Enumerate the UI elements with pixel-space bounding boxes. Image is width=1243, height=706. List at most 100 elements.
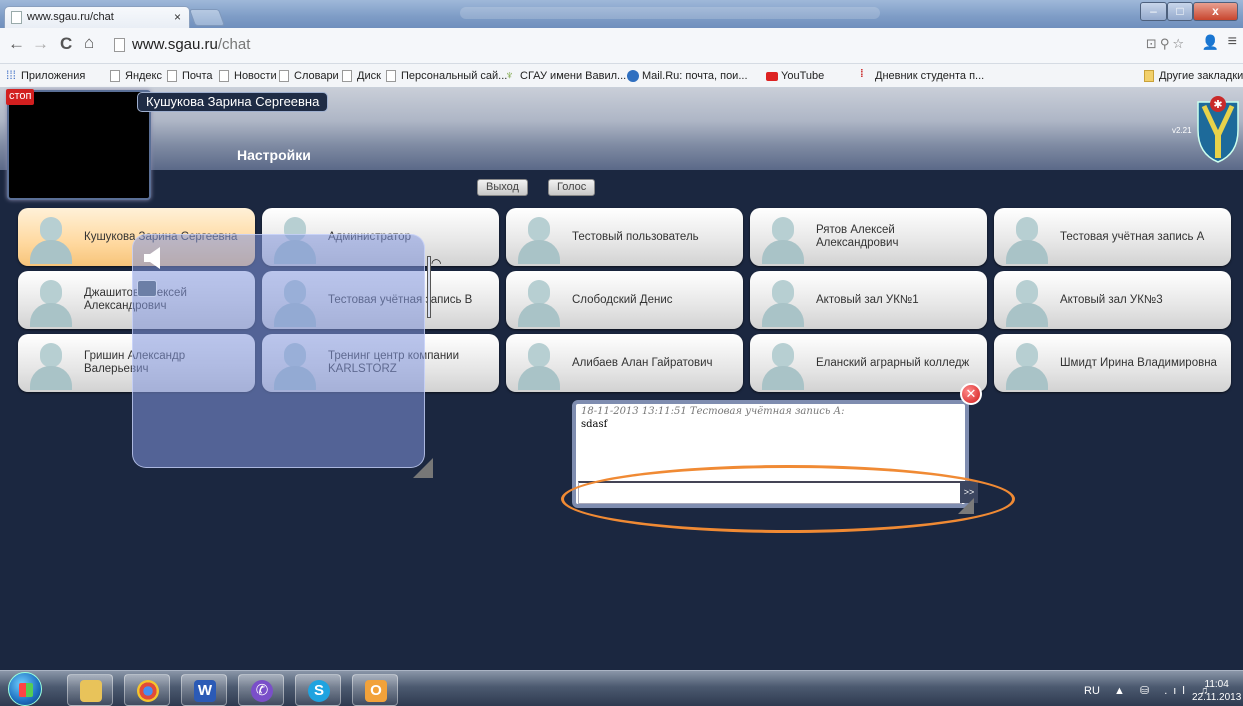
page-icon	[110, 70, 120, 82]
outlook-icon: O	[365, 680, 387, 702]
avatar	[758, 212, 808, 264]
contact-card[interactable]: Еланский аграрный колледж	[750, 334, 987, 392]
forward-icon[interactable]: →	[32, 34, 49, 54]
address-bar[interactable]: www.sgau.ru/chat	[108, 33, 1243, 57]
folder-icon	[80, 680, 102, 702]
tab-title: www.sgau.ru/chat	[27, 11, 114, 23]
bookmark-apps[interactable]: ⁞⁞⁞ Приложения	[6, 68, 85, 82]
back-icon[interactable]: ←	[8, 34, 25, 54]
chat-message-meta: 18-11-2013 13:11:51 Тестовая учётная зап…	[581, 406, 845, 417]
window-maximize-button[interactable]: □	[1167, 2, 1193, 21]
page-icon	[219, 70, 229, 82]
avatar	[514, 212, 564, 264]
word-icon: W	[194, 680, 216, 702]
bookmark-news[interactable]: Новости	[219, 70, 277, 82]
start-button[interactable]	[8, 672, 42, 706]
bookmark-star-icon[interactable]: ⊡⚲☆	[1146, 36, 1187, 52]
youtube-icon	[766, 72, 778, 81]
extension-icon[interactable]: 👤	[1202, 34, 1219, 51]
avatar	[758, 338, 808, 390]
mute-checkbox[interactable]	[137, 280, 157, 297]
system-clock[interactable]: 11:04 22.11.2013	[1192, 678, 1241, 704]
page-icon	[114, 38, 125, 52]
settings-link[interactable]: Настройки	[237, 147, 311, 163]
browser-menu-icon[interactable]: ≡	[1228, 33, 1237, 51]
language-indicator[interactable]: RU	[1084, 685, 1100, 697]
chrome-icon	[137, 680, 159, 702]
contact-name: Шмидт Ирина Владимировна	[1060, 356, 1217, 369]
mail-icon	[627, 70, 639, 82]
voice-button[interactable]: Голос	[548, 179, 596, 196]
taskbar-viber[interactable]: ✆	[238, 674, 284, 706]
reload-icon[interactable]: C	[60, 34, 72, 54]
stop-button[interactable]: стоп	[6, 89, 34, 105]
university-logo: ✱	[1197, 96, 1239, 163]
bookmark-sgau[interactable]: ♆ СГАУ имени Вавил...	[505, 68, 626, 82]
page-icon	[342, 70, 352, 82]
bookmark-mail[interactable]: Почта	[167, 70, 213, 82]
taskbar-word[interactable]: W	[181, 674, 227, 706]
taskbar-explorer[interactable]	[67, 674, 113, 706]
contact-name: Тестовый пользователь	[572, 230, 699, 243]
tab-close-icon[interactable]: ×	[174, 10, 181, 24]
bookmark-dictionaries[interactable]: Словари	[279, 70, 339, 82]
avatar	[1002, 338, 1052, 390]
windows-logo-icon	[19, 683, 33, 697]
taskbar-skype[interactable]: S	[295, 674, 341, 706]
self-video-preview	[7, 90, 151, 200]
window-title-area	[460, 7, 880, 19]
url-host: www.sgau.ru	[132, 36, 218, 53]
window-close-button[interactable]: x	[1193, 2, 1238, 21]
contact-card[interactable]: Алибаев Алан Гайратович	[506, 334, 743, 392]
bookmark-youtube[interactable]: YouTube	[766, 70, 824, 82]
avatar	[1002, 275, 1052, 327]
panel-resize-handle[interactable]	[413, 458, 433, 478]
page-icon	[386, 70, 396, 82]
home-icon[interactable]: ⌂	[84, 33, 94, 53]
contact-card[interactable]: Тестовый пользователь	[506, 208, 743, 266]
contact-name: Актовый зал УК№3	[1060, 293, 1163, 306]
app-version: v2.21	[1172, 126, 1192, 135]
contact-card[interactable]: Тестовая учётная запись А	[994, 208, 1231, 266]
bookmark-other[interactable]: Другие закладки	[1144, 70, 1243, 82]
skype-icon: S	[308, 680, 330, 702]
contact-name: Тестовая учётная запись А	[1060, 230, 1205, 243]
avatar	[26, 338, 76, 390]
avatar	[758, 275, 808, 327]
browser-tab[interactable]: www.sgau.ru/chat ×	[4, 6, 190, 28]
avatar	[26, 212, 76, 264]
contact-card[interactable]: Рятов Алексей Александрович	[750, 208, 987, 266]
taskbar-chrome[interactable]	[124, 674, 170, 706]
video-panel[interactable]	[132, 234, 425, 468]
avatar	[514, 338, 564, 390]
highlight-annotation	[561, 465, 1015, 533]
contact-card[interactable]: Актовый зал УК№3	[994, 271, 1231, 329]
page-icon	[279, 70, 289, 82]
contact-name: Алибаев Алан Гайратович	[572, 356, 713, 369]
contact-name: Слободский Денис	[572, 293, 673, 306]
folder-icon	[1144, 70, 1154, 82]
diary-icon: ⁞	[860, 68, 864, 80]
speaker-icon[interactable]	[142, 246, 164, 270]
exit-button[interactable]: Выход	[477, 179, 528, 196]
url-path: /chat	[217, 36, 251, 53]
contact-card[interactable]: Слободский Денис	[506, 271, 743, 329]
contact-name: Еланский аграрный колледж	[816, 356, 970, 369]
bookmark-mailru[interactable]: Mail.Ru: почта, пои...	[627, 70, 748, 82]
bookmark-student-diary[interactable]: ⁞ Дневник студента п...	[860, 68, 984, 82]
taskbar-outlook[interactable]: O	[352, 674, 398, 706]
bookmark-personal-site[interactable]: Персональный сай...	[386, 70, 507, 82]
bookmark-yandex[interactable]: Яндекс	[110, 70, 162, 82]
volume-handle-icon[interactable]: ◠	[431, 256, 441, 270]
contact-name: Рятов Алексей Александрович	[816, 224, 899, 249]
window-minimize-button[interactable]: –	[1140, 2, 1167, 21]
contact-card[interactable]: Шмидт Ирина Владимировна	[994, 334, 1231, 392]
bookmark-disk[interactable]: Диск	[342, 70, 381, 82]
avatar	[26, 275, 76, 327]
chat-message-text: sdasf	[581, 419, 608, 430]
new-tab-button[interactable]	[188, 9, 226, 26]
contact-card[interactable]: Актовый зал УК№1	[750, 271, 987, 329]
clock-time: 11:04	[1204, 679, 1229, 690]
avatar	[514, 275, 564, 327]
chat-close-icon[interactable]: ✕	[960, 383, 982, 405]
